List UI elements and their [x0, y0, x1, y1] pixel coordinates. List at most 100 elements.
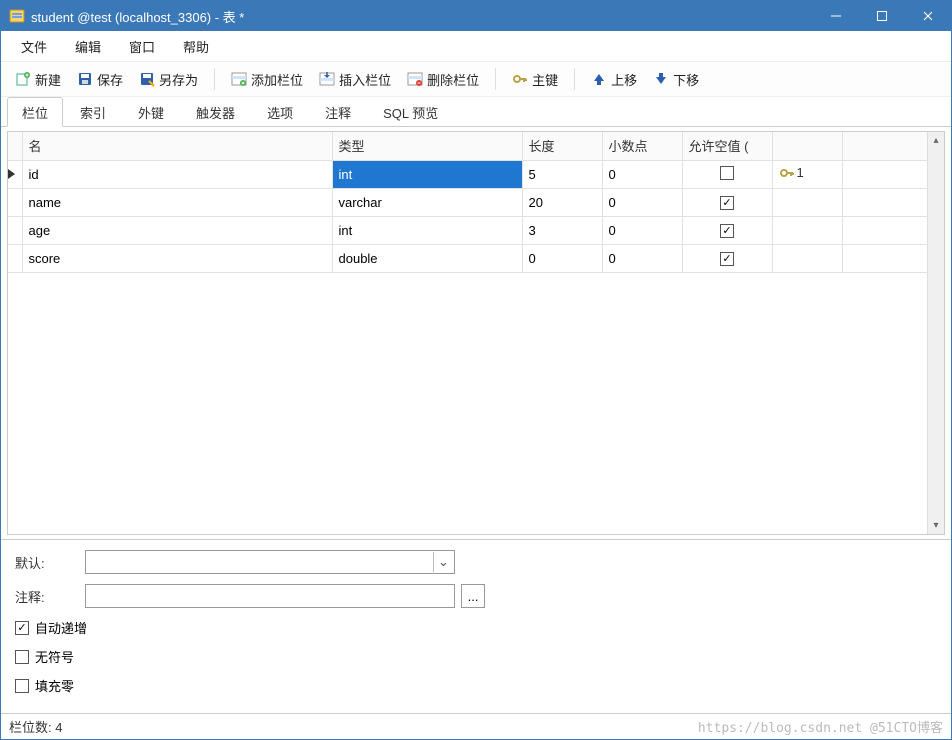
key-icon — [779, 165, 795, 181]
cell-key[interactable] — [772, 244, 842, 272]
close-button[interactable] — [905, 1, 951, 31]
insert-field-icon — [319, 71, 335, 87]
save-as-button[interactable]: 另存为 — [131, 67, 206, 92]
app-icon — [9, 8, 25, 24]
auto-increment-checkbox[interactable]: 自动递增 — [15, 618, 937, 637]
move-up-label: 上移 — [611, 70, 637, 89]
cell-length[interactable]: 5 — [522, 160, 602, 188]
auto-increment-label: 自动递增 — [35, 618, 87, 637]
table-row[interactable]: namevarchar200 — [8, 188, 944, 216]
col-length[interactable]: 长度 — [522, 132, 602, 160]
col-name[interactable]: 名 — [22, 132, 332, 160]
cell-allow-null[interactable] — [682, 160, 772, 188]
default-select[interactable]: ⌄ — [85, 550, 455, 574]
vertical-scrollbar[interactable]: ▴ ▾ — [927, 132, 944, 534]
zerofill-label: 填充零 — [35, 676, 74, 695]
arrow-down-icon — [653, 71, 669, 87]
cell-type[interactable]: int — [332, 160, 522, 188]
window-title: student @test (localhost_3306) - 表 * — [31, 7, 813, 26]
current-row-icon — [8, 169, 15, 179]
comment-label: 注释: — [15, 587, 85, 606]
move-down-button[interactable]: 下移 — [645, 67, 707, 92]
checkbox-icon — [720, 224, 734, 238]
delete-field-label: 删除栏位 — [427, 70, 479, 89]
minimize-button[interactable] — [813, 1, 859, 31]
cell-type[interactable]: int — [332, 216, 522, 244]
save-button[interactable]: 保存 — [69, 67, 131, 92]
primary-key-button[interactable]: 主键 — [504, 67, 566, 92]
tab-comment[interactable]: 注释 — [310, 97, 366, 127]
comment-browse-button[interactable]: ... — [461, 584, 485, 608]
col-type[interactable]: 类型 — [332, 132, 522, 160]
titlebar: student @test (localhost_3306) - 表 * — [1, 1, 951, 31]
move-up-button[interactable]: 上移 — [583, 67, 645, 92]
scroll-down-icon[interactable]: ▾ — [928, 517, 944, 534]
cell-type[interactable]: varchar — [332, 188, 522, 216]
cell-name[interactable]: score — [22, 244, 332, 272]
cell-decimals[interactable]: 0 — [602, 244, 682, 272]
table-row[interactable]: idint50 1 — [8, 160, 944, 188]
cell-key[interactable] — [772, 216, 842, 244]
toolbar-separator — [495, 68, 496, 90]
row-marker — [8, 188, 22, 216]
save-as-label: 另存为 — [159, 70, 198, 89]
watermark: https://blog.csdn.net @51CTO博客 — [698, 717, 943, 736]
menu-help[interactable]: 帮助 — [169, 33, 223, 60]
cell-decimals[interactable]: 0 — [602, 160, 682, 188]
save-label: 保存 — [97, 70, 123, 89]
col-key[interactable] — [772, 132, 842, 160]
cell-allow-null[interactable] — [682, 216, 772, 244]
table-row[interactable]: scoredouble00 — [8, 244, 944, 272]
checkbox-icon — [720, 196, 734, 210]
cell-length[interactable]: 0 — [522, 244, 602, 272]
cell-length[interactable]: 20 — [522, 188, 602, 216]
window-controls — [813, 1, 951, 31]
col-allow-null[interactable]: 允许空值 ( — [682, 132, 772, 160]
tab-triggers[interactable]: 触发器 — [181, 97, 250, 127]
field-properties-pane: 默认: ⌄ 注释: ... 自动递增 无符号 填充零 — [1, 539, 951, 713]
field-grid: 名 类型 长度 小数点 允许空值 ( idint501namevarchar20… — [7, 131, 945, 535]
col-decimals[interactable]: 小数点 — [602, 132, 682, 160]
unsigned-checkbox[interactable]: 无符号 — [15, 647, 937, 666]
cell-allow-null[interactable] — [682, 188, 772, 216]
menu-window[interactable]: 窗口 — [115, 33, 169, 60]
checkbox-icon — [15, 679, 29, 693]
primary-key-label: 主键 — [532, 70, 558, 89]
cell-allow-null[interactable] — [682, 244, 772, 272]
cell-name[interactable]: name — [22, 188, 332, 216]
insert-field-button[interactable]: 插入栏位 — [311, 67, 399, 92]
arrow-up-icon — [591, 71, 607, 87]
tab-fields[interactable]: 栏位 — [7, 97, 63, 127]
tab-foreign-keys[interactable]: 外键 — [123, 97, 179, 127]
cell-decimals[interactable]: 0 — [602, 188, 682, 216]
checkbox-icon — [720, 252, 734, 266]
application-window: student @test (localhost_3306) - 表 * 文件 … — [0, 0, 952, 740]
tab-indexes[interactable]: 索引 — [65, 97, 121, 127]
field-count: 栏位数: 4 — [9, 717, 62, 736]
new-button[interactable]: 新建 — [7, 67, 69, 92]
delete-field-button[interactable]: 删除栏位 — [399, 67, 487, 92]
scroll-up-icon[interactable]: ▴ — [928, 132, 944, 149]
cell-name[interactable]: id — [22, 160, 332, 188]
cell-type[interactable]: double — [332, 244, 522, 272]
toolbar-separator — [214, 68, 215, 90]
comment-input[interactable] — [85, 584, 455, 608]
tab-sql-preview[interactable]: SQL 预览 — [368, 97, 453, 127]
add-field-icon — [231, 71, 247, 87]
save-as-icon — [139, 71, 155, 87]
cell-decimals[interactable]: 0 — [602, 216, 682, 244]
tab-options[interactable]: 选项 — [252, 97, 308, 127]
maximize-button[interactable] — [859, 1, 905, 31]
menu-file[interactable]: 文件 — [7, 33, 61, 60]
zerofill-checkbox[interactable]: 填充零 — [15, 676, 937, 695]
table-row[interactable]: ageint30 — [8, 216, 944, 244]
cell-name[interactable]: age — [22, 216, 332, 244]
cell-key[interactable]: 1 — [772, 160, 842, 188]
new-icon — [15, 71, 31, 87]
menu-edit[interactable]: 编辑 — [61, 33, 115, 60]
cell-key[interactable] — [772, 188, 842, 216]
cell-length[interactable]: 3 — [522, 216, 602, 244]
add-field-button[interactable]: 添加栏位 — [223, 67, 311, 92]
dropdown-icon[interactable]: ⌄ — [433, 552, 453, 572]
delete-field-icon — [407, 71, 423, 87]
